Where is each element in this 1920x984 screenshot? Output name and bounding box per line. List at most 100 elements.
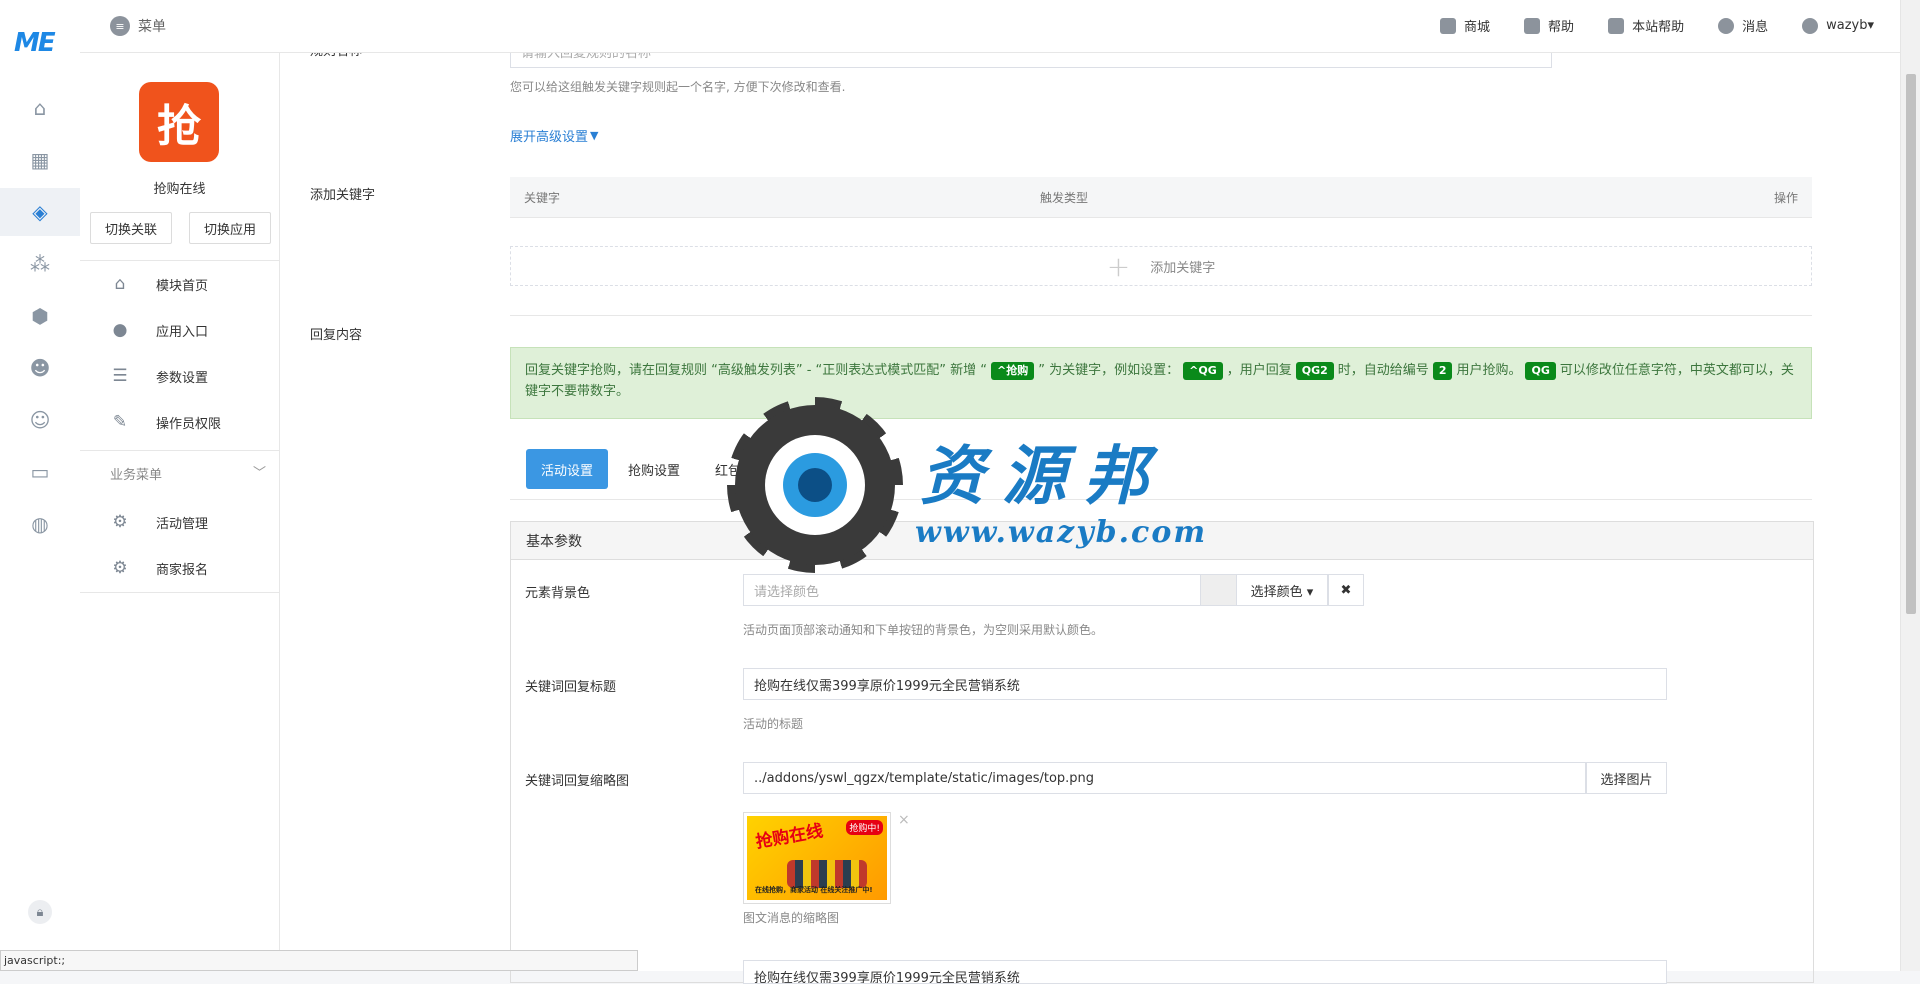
- sidebar-item-merchant-signup[interactable]: ⚙ 商家报名: [80, 548, 279, 588]
- top-nav-shop[interactable]: 商城: [1440, 16, 1490, 35]
- clear-color-button[interactable]: ✖: [1328, 574, 1364, 606]
- divider: [80, 592, 279, 593]
- top-nav: 商城 帮助 本站帮助 消息 wazyb▾: [1440, 16, 1874, 35]
- keyword-table-header: 关键字 触发类型 操作: [510, 177, 1812, 218]
- switch-app-button[interactable]: 切换应用: [189, 212, 271, 244]
- notice-text: ” 为关键字，例如设置：: [1038, 363, 1180, 378]
- thumbnail-preview: 抢购在线 抢购中! 在线抢购，商家活动 在线关注推广中!: [743, 812, 891, 904]
- sidebar-item-operator-permissions[interactable]: ✎ 操作员权限: [80, 402, 279, 442]
- store-icon: ⬢: [31, 304, 49, 328]
- menu-toggle[interactable]: ≡ 菜单: [110, 16, 166, 36]
- panel-title: 基本参数: [511, 522, 1813, 560]
- sidebar-item-label: 商家报名: [156, 562, 209, 578]
- monitor-icon: ▭: [30, 460, 50, 484]
- notice-text: 回复关键字抢购，请在回复规则 “高级触发列表” - “正则表达式模式匹配” 新增…: [525, 363, 988, 378]
- expand-advanced-link[interactable]: 展开高级设置 ▼: [510, 126, 598, 145]
- regex-notice: 回复关键字抢购，请在回复规则 “高级触发列表” - “正则表达式模式匹配” 新增…: [510, 347, 1812, 419]
- top-nav-site-help[interactable]: 本站帮助: [1608, 16, 1684, 35]
- thumb-path-input[interactable]: ../addons/yswl_qgzx/template/static/imag…: [743, 762, 1586, 794]
- sidebar-item-label: 操作员权限: [156, 416, 222, 432]
- top-nav-label: 消息: [1742, 20, 1769, 35]
- tab-qrcode[interactable]: 二维码: [800, 449, 839, 489]
- sidebar-item-label: 活动管理: [156, 516, 209, 532]
- sidebar-item-settings[interactable]: ☰ 参数设置: [80, 356, 279, 396]
- help-icon: [1524, 17, 1541, 34]
- thumb-label: 关键词回复缩略图: [525, 774, 630, 789]
- choose-image-button[interactable]: 选择图片: [1586, 762, 1667, 794]
- thumb-image-title: 抢购在线: [754, 821, 825, 853]
- browser-status-bar: javascript:;: [0, 950, 638, 971]
- top-nav-messages[interactable]: 消息: [1718, 16, 1768, 35]
- thumb-image-badge: 抢购中!: [846, 820, 883, 835]
- icon-rail: ME ⌂ ▦ ◈ ⁂ ⬢ ☻ ☺ ▭ ◍ 🔒︎: [0, 0, 81, 971]
- bg-color-hint: 活动页面顶部滚动通知和下单按钮的背景色，为空则采用默认颜色。: [743, 623, 1104, 637]
- color-swatch[interactable]: [1201, 574, 1236, 606]
- reply-title-hint: 活动的标题: [743, 717, 804, 731]
- sidebar-item-app-entry[interactable]: ● 应用入口: [80, 310, 279, 350]
- lock-icon[interactable]: 🔒︎: [28, 900, 52, 924]
- rail-monitor[interactable]: ▭: [0, 448, 80, 496]
- rail-modules[interactable]: ⁂: [0, 240, 80, 288]
- remove-thumbnail-button[interactable]: ×: [898, 812, 910, 828]
- reply-content-label: 回复内容: [310, 328, 363, 343]
- shop-icon: [1440, 17, 1457, 34]
- rule-name-hint: 您可以给这组触发关键字规则起一个名字, 方便下次修改和查看.: [510, 80, 846, 94]
- user-icon: [1802, 17, 1819, 34]
- home-icon: ⌂: [114, 274, 126, 294]
- divider: [510, 315, 1812, 316]
- choose-color-button[interactable]: 选择颜色 ▾: [1236, 574, 1328, 606]
- rail-apps[interactable]: ▦: [0, 136, 80, 184]
- top-nav-label: 本站帮助: [1632, 20, 1685, 35]
- divider: [80, 450, 279, 451]
- rail-home[interactable]: ⌂: [0, 84, 80, 132]
- scrollbar-thumb[interactable]: [1906, 74, 1916, 614]
- thumb-image-crowd: [787, 860, 867, 888]
- reply-title-input[interactable]: 抢购在线仅需399享原价1999元全民营销系统: [743, 668, 1667, 700]
- notice-tag: ^QG: [1183, 362, 1223, 380]
- thumb-hint: 图文消息的缩略图: [743, 911, 840, 925]
- apps-icon: ▦: [30, 148, 50, 172]
- top-nav-label: 商城: [1464, 20, 1491, 35]
- sidebar-item-label: 模块首页: [156, 278, 209, 294]
- rail-cube[interactable]: ◈: [0, 188, 80, 236]
- sidebar-item-activity-management[interactable]: ⚙ 活动管理: [80, 502, 279, 542]
- notice-tag: ^抢购: [991, 362, 1035, 380]
- rail-store[interactable]: ⬢: [0, 292, 80, 340]
- notice-tag: QG2: [1295, 362, 1334, 380]
- bg-color-input[interactable]: 请选择颜色: [743, 574, 1201, 606]
- tab-activity-settings[interactable]: 活动设置: [526, 449, 609, 489]
- top-nav-user[interactable]: wazyb▾: [1802, 16, 1874, 35]
- site-help-icon: [1608, 17, 1625, 34]
- switch-link-button[interactable]: 切换关联: [90, 212, 172, 244]
- cube-icon: ◈: [32, 200, 48, 224]
- rail-users[interactable]: ☻: [0, 344, 80, 392]
- page-scrollbar[interactable]: [1900, 0, 1920, 971]
- tab-red-packet-settings[interactable]: 红包设置: [715, 449, 767, 489]
- gear-icon: ⚙: [112, 512, 128, 532]
- reply-description-input[interactable]: 抢购在线仅需399享原价1999元全民营销系统: [743, 960, 1667, 984]
- chevron-down-icon[interactable]: ﹀: [253, 462, 266, 481]
- document-edit-icon: ✎: [112, 412, 128, 432]
- top-bar: ≡ 菜单 商城 帮助 本站帮助 消息 wazyb▾: [80, 0, 1900, 53]
- home-icon: ⌂: [33, 96, 47, 120]
- menu-label: 菜单: [138, 19, 166, 35]
- notice-text: ，用户回复: [1226, 363, 1292, 378]
- thumbnail-image: 抢购在线 抢购中! 在线抢购，商家活动 在线关注推广中!: [747, 816, 887, 900]
- divider: [80, 260, 279, 261]
- bg-color-label: 元素背景色: [525, 586, 591, 601]
- add-keyword-button[interactable]: + 添加关键字: [510, 246, 1812, 286]
- table-header-trigger-type: 触发类型: [1040, 190, 1089, 205]
- rail-globe[interactable]: ◍: [0, 500, 80, 548]
- app-name: 抢购在线: [153, 182, 206, 197]
- modules-icon: ⁂: [30, 252, 50, 276]
- top-nav-label: 帮助: [1548, 20, 1575, 35]
- list-icon: ☰: [112, 366, 128, 386]
- sidebar-item-module-home[interactable]: ⌂ 模块首页: [80, 264, 279, 304]
- brand-logo[interactable]: ME: [14, 28, 56, 58]
- sidebar-item-label: 应用入口: [156, 324, 209, 340]
- business-menu-title[interactable]: 业务菜单: [110, 464, 162, 483]
- rail-user-lock[interactable]: ☺: [0, 396, 80, 444]
- top-nav-help[interactable]: 帮助: [1524, 16, 1574, 35]
- gear-icon: ⚙: [112, 558, 128, 578]
- tab-flash-sale-settings[interactable]: 抢购设置: [628, 449, 680, 489]
